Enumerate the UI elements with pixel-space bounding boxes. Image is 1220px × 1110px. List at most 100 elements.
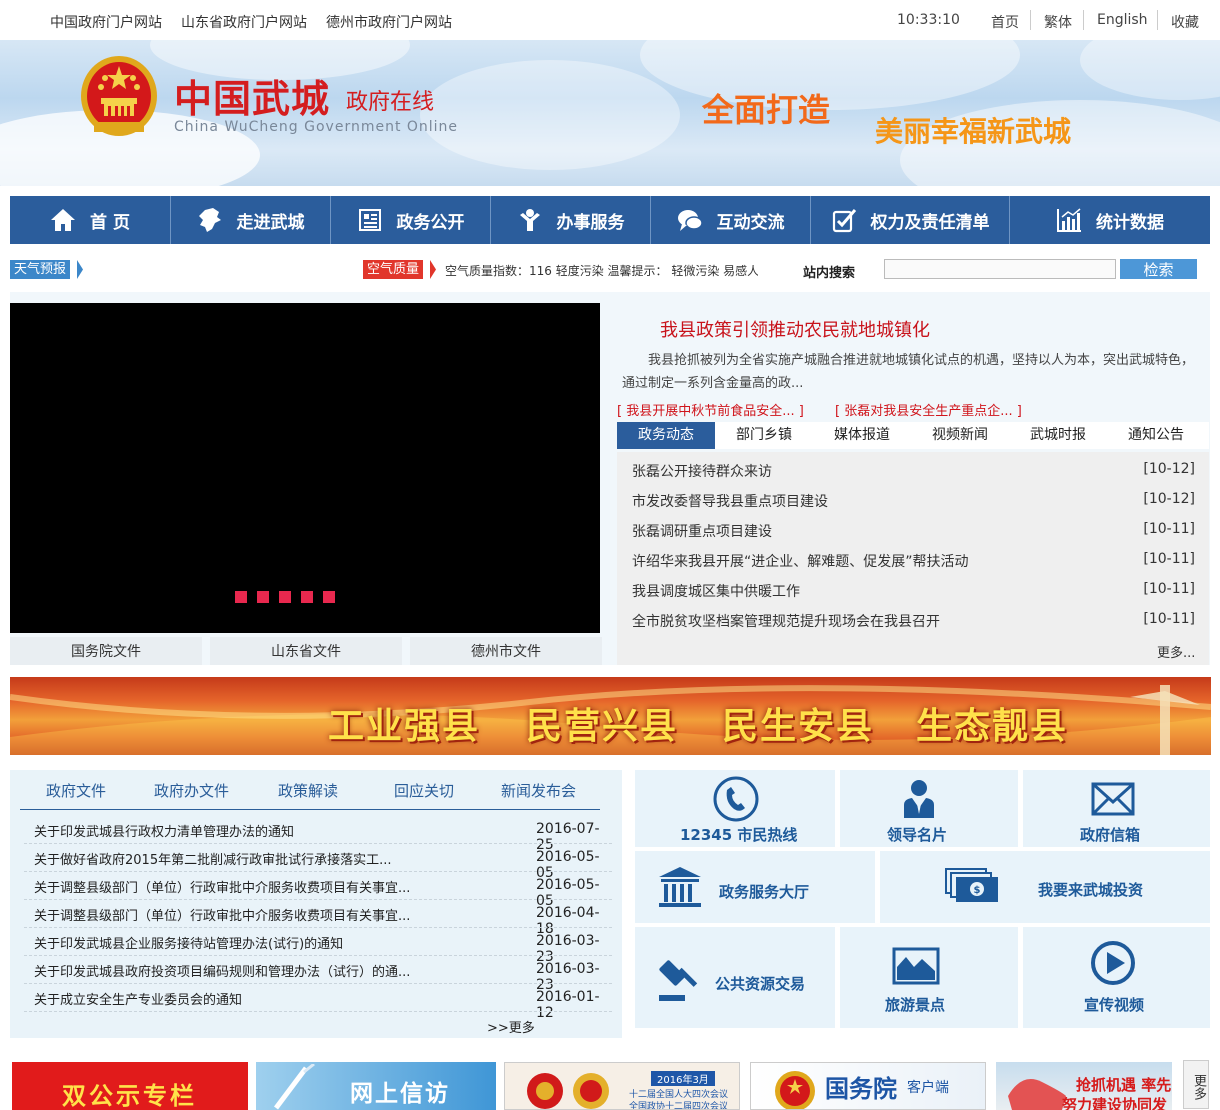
slide-dot[interactable] bbox=[279, 591, 291, 603]
link-central-gov[interactable]: 中国政府门户网站 bbox=[50, 12, 162, 32]
nav-label: 统计数据 bbox=[1096, 212, 1164, 233]
tab-state-council-docs[interactable]: 国务院文件 bbox=[10, 637, 202, 665]
nav-power-list[interactable]: 权力及责任清单 bbox=[811, 196, 1009, 244]
chat-icon bbox=[677, 210, 703, 231]
national-emblem-icon bbox=[775, 1071, 815, 1109]
slide-dot[interactable] bbox=[235, 591, 247, 603]
tab-responses[interactable]: 回应关切 bbox=[394, 780, 454, 801]
feature-headline[interactable]: 我县政策引领推动农民就地城镇化 bbox=[660, 316, 930, 342]
news-item[interactable]: 张磊调研重点项目建设 [10-11] bbox=[632, 521, 1197, 541]
banner-slogan: 民营兴县 bbox=[526, 705, 679, 747]
service-leaders[interactable]: 领导名片 bbox=[840, 770, 1018, 847]
tab-dezhou-docs[interactable]: 德州市文件 bbox=[410, 637, 602, 665]
nav-services[interactable]: 办事服务 bbox=[491, 196, 650, 244]
link-dezhou-gov[interactable]: 德州市政府门户网站 bbox=[326, 12, 452, 32]
mail-icon bbox=[1091, 782, 1135, 816]
related-link[interactable]: [ 我县开展中秋节前食品安全... ] bbox=[617, 400, 804, 419]
search-input[interactable] bbox=[884, 259, 1116, 279]
search-label: 站内搜索 bbox=[803, 266, 856, 281]
search-button[interactable]: 检索 bbox=[1120, 259, 1197, 279]
link-home[interactable]: 首页 bbox=[991, 12, 1019, 32]
nav-label: 办事服务 bbox=[556, 212, 625, 233]
docs-more-link[interactable]: >>更多 bbox=[487, 1017, 535, 1036]
related-link[interactable]: [ 张磊对我县安全生产重点企... ] bbox=[835, 400, 1022, 419]
news-item[interactable]: 我县调度城区集中供暖工作 [10-11] bbox=[632, 581, 1197, 601]
doc-item[interactable]: 关于调整县级部门（单位）行政审批中介服务收费项目有关事宜... 2016-04-1… bbox=[34, 905, 612, 937]
news-item[interactable]: 全市脱贫攻坚档案管理规范提升现场会在我县召开 [10-11] bbox=[632, 611, 1197, 631]
banner-slogan: 工业强县 bbox=[328, 705, 481, 747]
tab-departments[interactable]: 部门乡镇 bbox=[715, 422, 813, 449]
nav-about[interactable]: 走进武城 bbox=[171, 196, 330, 244]
banner-dual-publicity[interactable]: 双公示专栏 bbox=[12, 1062, 248, 1110]
news-item[interactable]: 张磊公开接待群众来访 [10-12] bbox=[632, 461, 1197, 481]
nav-label: 政务公开 bbox=[396, 212, 465, 233]
doc-item[interactable]: 关于印发武城县政府投资项目编码规则和管理办法（试行）的通... 2016-03-2… bbox=[34, 961, 612, 993]
link-english[interactable]: English bbox=[1097, 12, 1148, 28]
nav-interaction[interactable]: 互动交流 bbox=[651, 196, 810, 244]
clock: 10:33:10 bbox=[897, 12, 960, 28]
slide-dot[interactable] bbox=[301, 591, 313, 603]
news-more-link[interactable]: 更多... bbox=[1157, 642, 1195, 661]
tabs-underline bbox=[20, 809, 600, 810]
service-hall[interactable]: 政务服务大厅 bbox=[635, 851, 875, 923]
nav-home[interactable]: 首 页 bbox=[10, 196, 170, 244]
news-item[interactable]: 许绍华来我县开展“进企业、解难题、促发展”帮扶活动 [10-11] bbox=[632, 551, 1197, 571]
two-sessions-emblems bbox=[527, 1073, 609, 1109]
slogan-banner: 工业强县 民营兴县 民生安县 生态靓县 bbox=[10, 677, 1211, 755]
site-subtitle: 政府在线 bbox=[346, 90, 435, 115]
chart-icon bbox=[1057, 208, 1081, 232]
tag-arrow bbox=[430, 260, 436, 279]
link-shandong-gov[interactable]: 山东省政府门户网站 bbox=[181, 12, 307, 32]
tab-shandong-docs[interactable]: 山东省文件 bbox=[210, 637, 402, 665]
play-icon bbox=[1091, 941, 1135, 985]
air-quality-text: 空气质量指数：116 轻度污染 温馨提示： 轻微污染 易感人 bbox=[445, 264, 758, 278]
tag-arrow bbox=[77, 260, 83, 279]
building-icon bbox=[659, 867, 701, 907]
doc-item[interactable]: 关于调整县级部门（单位）行政审批中介服务收费项目有关事宜... 2016-05-0… bbox=[34, 877, 612, 909]
nav-statistics[interactable]: 统计数据 bbox=[1010, 196, 1210, 244]
service-public-trading[interactable]: 公共资源交易 bbox=[635, 927, 835, 1028]
doc-item[interactable]: 关于印发武城县企业服务接待站管理办法(试行)的通知 2016-03-23 bbox=[34, 933, 612, 965]
slide-dot[interactable] bbox=[323, 591, 335, 603]
tab-gov-news[interactable]: 政务动态 bbox=[617, 422, 715, 449]
svg-text:$: $ bbox=[974, 885, 981, 896]
banner-two-sessions[interactable]: 2016年3月 十二届全国人大四次会议 全国政协十二届四次会议 bbox=[504, 1062, 740, 1110]
top-bar: 中国政府门户网站 山东省政府门户网站 德州市政府门户网站 10:33:10 首页… bbox=[0, 0, 1220, 40]
divider bbox=[1083, 10, 1084, 30]
banner-online-petition[interactable]: 网上信访 bbox=[256, 1062, 496, 1110]
main-navigation: 首 页 走进武城 政务公开 办事服务 互动交流 权力及责任清单 统计数据 bbox=[10, 196, 1210, 244]
service-promo-video[interactable]: 宣传视频 bbox=[1023, 927, 1210, 1028]
site-title: 中国武城 bbox=[174, 77, 331, 121]
tab-press-conference[interactable]: 新闻发布会 bbox=[501, 780, 576, 801]
tab-gov-office-docs[interactable]: 政府办文件 bbox=[154, 780, 229, 801]
link-favorite[interactable]: 收藏 bbox=[1171, 12, 1199, 32]
service-mailbox[interactable]: 政府信箱 bbox=[1023, 770, 1210, 847]
service-investment[interactable]: $ 我要来武城投资 bbox=[880, 851, 1210, 923]
site-english-title: China WuCheng Government Online bbox=[174, 119, 459, 135]
doc-item[interactable]: 关于做好省政府2015年第二批削减行政审批试行承接落实工... 2016-05-0… bbox=[34, 849, 612, 881]
video-slideshow[interactable] bbox=[10, 303, 600, 633]
banner-development[interactable]: 抢抓机遇 率先 努力建设协同发 bbox=[996, 1062, 1172, 1110]
nav-gov-affairs[interactable]: 政务公开 bbox=[331, 196, 490, 244]
news-list: 张磊公开接待群众来访 [10-12] 市发改委督导我县重点项目建设 [10-12] … bbox=[617, 452, 1209, 665]
nav-label: 首 页 bbox=[90, 212, 130, 233]
service-hotline[interactable]: 12345 市民热线 bbox=[635, 770, 835, 847]
air-quality-tag: 空气质量 bbox=[363, 260, 424, 279]
service-tourism[interactable]: 旅游景点 bbox=[840, 927, 1018, 1028]
banner-state-council-app[interactable]: 国务院 客户端 bbox=[750, 1062, 986, 1110]
tab-video-news[interactable]: 视频新闻 bbox=[911, 422, 1009, 449]
leader-icon bbox=[904, 780, 934, 818]
tab-media[interactable]: 媒体报道 bbox=[813, 422, 911, 449]
tab-gov-docs[interactable]: 政府文件 bbox=[46, 780, 106, 801]
tab-policy-interpretation[interactable]: 政策解读 bbox=[278, 780, 338, 801]
link-traditional[interactable]: 繁体 bbox=[1044, 12, 1072, 32]
bottom-more-button[interactable]: 更多 bbox=[1183, 1060, 1209, 1109]
gavel-icon bbox=[659, 960, 698, 1001]
weather-tag[interactable]: 天气预报 bbox=[10, 260, 71, 279]
tab-times[interactable]: 武城时报 bbox=[1009, 422, 1107, 449]
slide-dot[interactable] bbox=[257, 591, 269, 603]
doc-item[interactable]: 关于成立安全生产专业委员会的通知 2016-01-12 bbox=[34, 989, 612, 1021]
tab-notices[interactable]: 通知公告 bbox=[1107, 422, 1205, 449]
news-item[interactable]: 市发改委督导我县重点项目建设 [10-12] bbox=[632, 491, 1197, 511]
doc-item[interactable]: 关于印发武城县行政权力清单管理办法的通知 2016-07-25 bbox=[34, 821, 612, 853]
